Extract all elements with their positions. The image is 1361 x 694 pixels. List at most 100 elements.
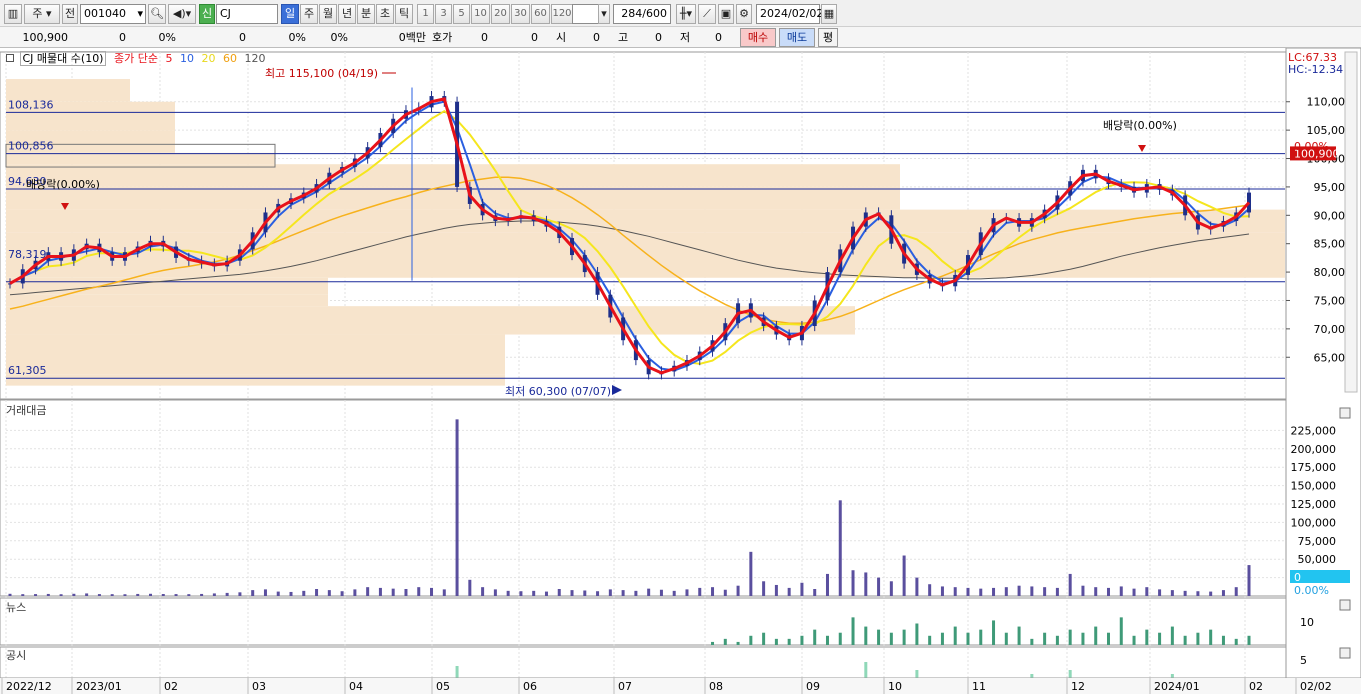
save-icon[interactable]: ▣: [718, 4, 734, 24]
bar-count-field[interactable]: 284/600: [613, 4, 671, 24]
volume-current-pct: 0.00%: [1294, 584, 1329, 597]
volume-bar: [1081, 585, 1085, 596]
legend-ma5: 5: [165, 52, 173, 65]
interval-button-20[interactable]: 20: [491, 4, 510, 24]
volume-tick-label: 100,000: [1291, 516, 1337, 529]
interval-button-60[interactable]: 60: [531, 4, 550, 24]
change-value: 0: [119, 31, 126, 44]
volume-profile-box: [6, 164, 900, 187]
buy-button[interactable]: 매수: [740, 28, 776, 47]
volume-bar: [404, 589, 408, 596]
volume-tick-label: 75,000: [1298, 535, 1337, 548]
chevron-down-icon[interactable]: ▾: [598, 4, 610, 24]
disclosure-bar: [864, 662, 868, 678]
market-select[interactable]: 주 ▾: [24, 4, 60, 24]
sound-icon[interactable]: ◀)▾: [168, 4, 196, 24]
sell-button[interactable]: 매도: [779, 28, 815, 47]
period-button-1[interactable]: 주: [300, 4, 318, 24]
news-bar: [1158, 632, 1162, 645]
volume-bar: [8, 593, 12, 596]
search-icon[interactable]: 🔍︎: [148, 4, 166, 24]
period-button-4[interactable]: 분: [357, 4, 375, 24]
volume-bar: [1183, 590, 1187, 596]
evaluate-button[interactable]: 평: [818, 28, 838, 47]
period-button-5[interactable]: 초: [376, 4, 394, 24]
volume-profile-box: [6, 209, 1285, 233]
x-axis-label: 08: [709, 680, 723, 693]
news-bar: [928, 635, 932, 645]
volume-bar: [928, 584, 932, 596]
disclosure-tick-label: 5: [1300, 654, 1307, 667]
period-button-2[interactable]: 월: [319, 4, 337, 24]
candle-type-icon[interactable]: ╫▾: [676, 4, 696, 24]
interval-button-5[interactable]: 5: [453, 4, 470, 24]
volume-bar: [877, 577, 881, 596]
stock-code-input[interactable]: 001040 ▾: [80, 4, 146, 24]
date-field[interactable]: 2024/02/02: [756, 4, 823, 24]
chevron-down-icon[interactable]: ▾: [137, 5, 143, 23]
volume-bar: [289, 591, 293, 596]
trend-line-icon[interactable]: ⟋: [698, 4, 716, 24]
x-axis-label: 12: [1071, 680, 1085, 693]
volume-bar: [1234, 587, 1238, 596]
volume-bar: [1221, 590, 1225, 596]
news-bar: [1170, 626, 1174, 645]
volume-panel-close-icon: [1339, 407, 1351, 419]
calendar-icon[interactable]: ▦: [821, 4, 837, 24]
all-button[interactable]: 전: [62, 4, 78, 24]
dividend-marker-icon: [1138, 145, 1146, 152]
news-bar: [1145, 629, 1149, 645]
period-button-6[interactable]: 틱: [395, 4, 413, 24]
volume-bar: [123, 594, 127, 596]
interval-button-3[interactable]: 3: [435, 4, 452, 24]
volume-bar: [161, 594, 165, 596]
volume-bar: [251, 590, 255, 596]
news-bar: [979, 629, 983, 645]
news-bar: [1234, 638, 1238, 645]
chart-toolbar: ▥ 주 ▾ 전 001040 ▾ 🔍︎ ◀)▾ 신 CJ 일주월년분초틱 1351…: [0, 0, 1361, 27]
bar-count-value: 284: [621, 7, 643, 20]
volume-bar: [238, 592, 242, 596]
volume-bar: [1004, 587, 1008, 596]
chart-menu-icon[interactable]: ▥: [4, 4, 22, 24]
news-bar: [825, 635, 829, 645]
volume-profile-box: [6, 277, 328, 295]
interval-button-120[interactable]: 120: [551, 4, 573, 24]
volume-bar: [85, 593, 89, 596]
legend-ma10: 10: [179, 52, 194, 65]
news-panel-frame: [0, 597, 1287, 646]
volume-profile-box: [6, 334, 505, 375]
volume-bar: [762, 581, 766, 596]
volume-bar: [1247, 565, 1251, 596]
interval-button-10[interactable]: 10: [471, 4, 490, 24]
volume-bar: [1094, 587, 1098, 596]
news-bar: [762, 632, 766, 645]
period-button-0[interactable]: 일: [281, 4, 299, 24]
stock-name-field[interactable]: CJ: [216, 4, 278, 24]
interval-button-1[interactable]: 1: [417, 4, 434, 24]
disclosure-bar: [455, 666, 459, 678]
x-axis-label: 11: [972, 680, 986, 693]
price-level-label: 61,305: [8, 364, 47, 377]
volume-bar: [110, 594, 114, 596]
volume-tick-label: 225,000: [1291, 424, 1337, 437]
x-axis-label: 03: [252, 680, 266, 693]
volume-bar: [174, 594, 178, 596]
interval-button-30[interactable]: 30: [511, 4, 530, 24]
news-bar: [864, 626, 868, 645]
stock-badge: 신: [199, 4, 215, 24]
period-button-3[interactable]: 년: [338, 4, 356, 24]
volume-bar: [455, 419, 459, 596]
disclosure-panel-frame: [0, 646, 1287, 679]
x-axis-label: 10: [888, 680, 902, 693]
volume-bar: [685, 589, 689, 596]
volume-percent: 0%: [288, 31, 306, 44]
legend-box-icon[interactable]: [6, 54, 14, 62]
news-bar: [1221, 635, 1225, 645]
market-label: 주: [32, 7, 43, 20]
settings-gear-icon[interactable]: ⚙: [736, 4, 752, 24]
volume-bar: [187, 594, 191, 596]
legend-title: CJ 매물대 수(10): [19, 51, 107, 66]
volume-bar: [519, 591, 523, 596]
volume-bar: [417, 587, 421, 596]
